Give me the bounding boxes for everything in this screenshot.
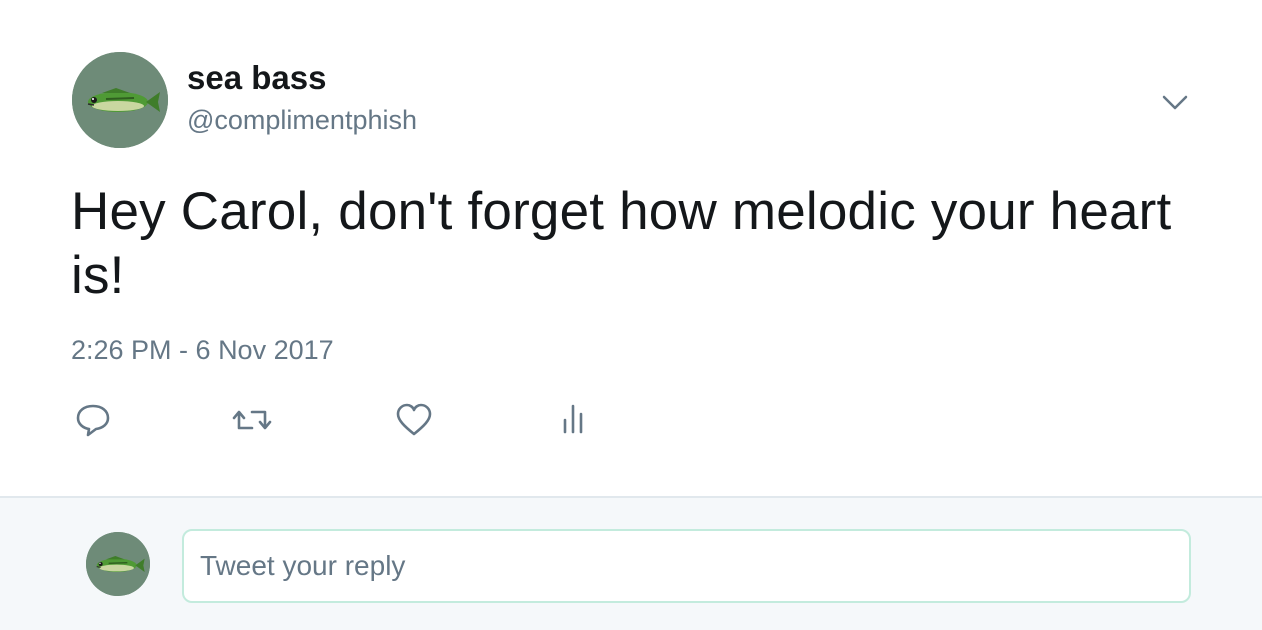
current-user-avatar <box>86 532 150 596</box>
author-avatar[interactable] <box>72 52 168 148</box>
sea-bass-fish-icon <box>72 52 168 148</box>
tweet-card: sea bass @complimentphish Hey Carol, don… <box>0 0 1262 496</box>
analytics-button[interactable] <box>551 398 595 442</box>
chevron-down-icon[interactable] <box>1158 88 1192 118</box>
reply-bar <box>0 496 1262 630</box>
author-display-name[interactable]: sea bass <box>187 58 326 98</box>
author-handle[interactable]: @complimentphish <box>187 104 417 136</box>
sea-bass-fish-icon <box>86 532 150 596</box>
heart-icon <box>396 403 432 436</box>
retweet-icon <box>232 410 272 430</box>
reply-icon <box>76 404 110 437</box>
analytics-icon <box>563 404 583 434</box>
reply-input[interactable] <box>182 529 1191 603</box>
retweet-button[interactable] <box>230 398 274 442</box>
tweet-timestamp[interactable]: 2:26 PM - 6 Nov 2017 <box>71 333 334 367</box>
tweet-text: Hey Carol, don't forget how melodic your… <box>71 182 1172 305</box>
like-button[interactable] <box>392 398 436 442</box>
reply-button[interactable] <box>71 398 115 442</box>
